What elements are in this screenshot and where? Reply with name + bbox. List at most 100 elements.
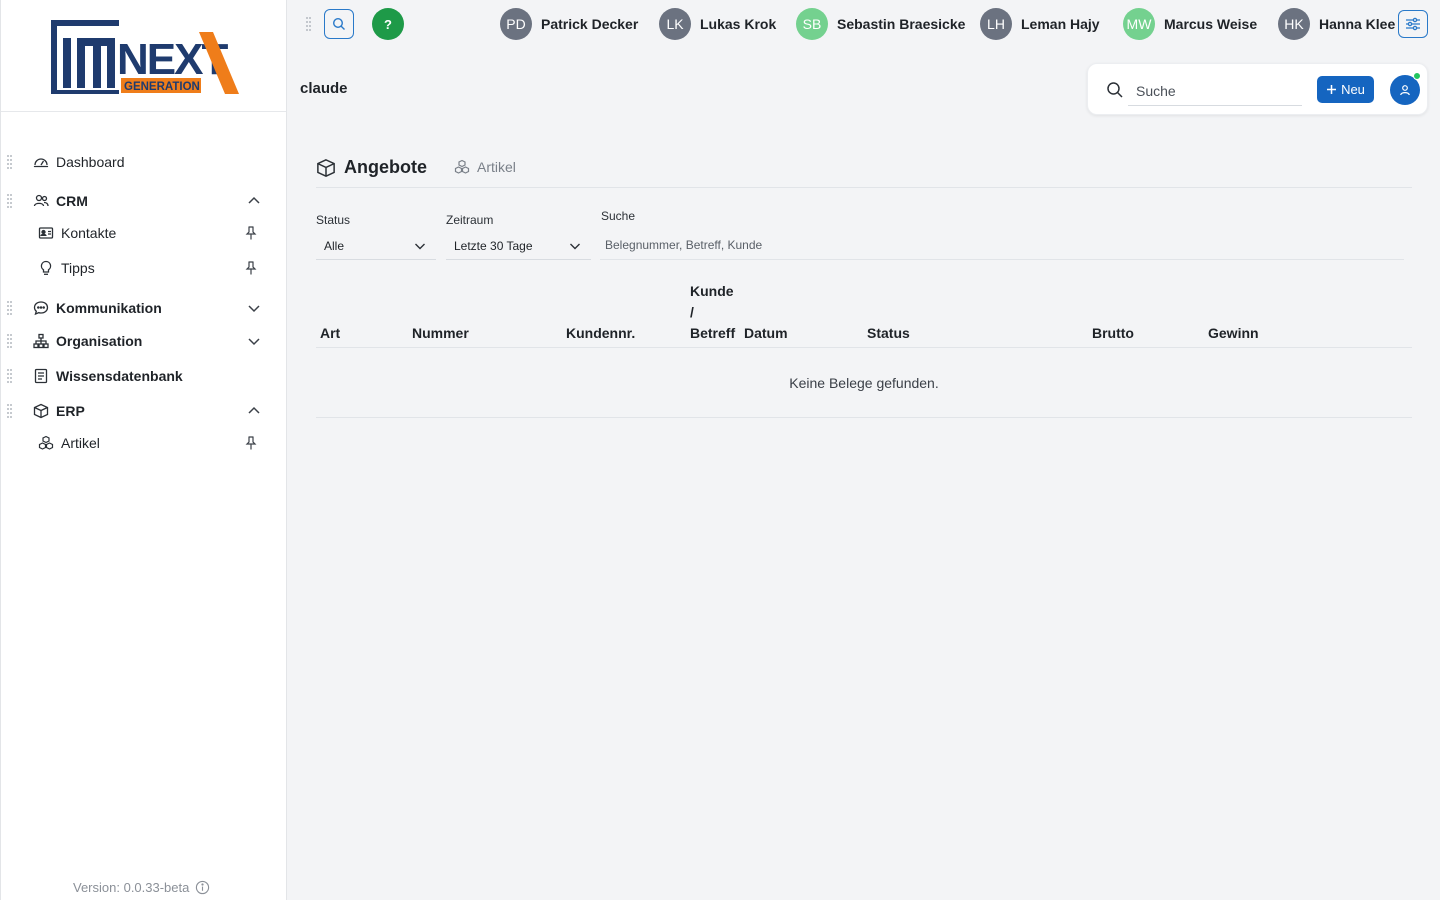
column-header-kundennr[interactable]: Kundennr.	[566, 325, 635, 341]
org-chart-icon	[33, 333, 49, 349]
topbar: ? PD Patrick Decker LK Lukas Krok SB Seb…	[288, 0, 1440, 48]
chevron-down-icon	[415, 243, 425, 250]
column-header-kunde-line: Kunde	[690, 283, 734, 299]
lightbulb-icon	[40, 260, 52, 275]
company-logo[interactable]: NEXT GENERATION	[49, 18, 241, 96]
sidebar-item-kommunikation[interactable]: Kommunikation	[1, 293, 287, 323]
module-tabs: Angebote Artikel	[316, 147, 1412, 188]
chat-bubble-icon	[33, 301, 49, 316]
help-button[interactable]: ?	[372, 8, 404, 40]
pin-icon[interactable]	[245, 226, 257, 240]
info-icon[interactable]	[195, 880, 210, 895]
sidebar-item-label: Artikel	[61, 435, 100, 451]
drag-handle-icon[interactable]	[306, 17, 312, 31]
sidebar-item-artikel[interactable]: Artikel	[1, 428, 287, 458]
chevron-down-icon	[570, 243, 580, 250]
chevron-down-icon[interactable]	[247, 301, 261, 315]
column-header-slash-line: /	[690, 304, 694, 320]
online-user-leman-hajy[interactable]: LH Leman Hajy	[980, 8, 1100, 40]
drag-handle-icon[interactable]	[7, 155, 13, 169]
box-icon	[317, 158, 335, 177]
search-icon	[332, 17, 345, 30]
online-user-hanna-klee[interactable]: HK Hanna Klee	[1278, 8, 1395, 40]
chevron-down-icon[interactable]	[247, 334, 261, 348]
status-select[interactable]: Alle	[316, 233, 436, 260]
sidebar: NEXT GENERATION Dashboard CRM Kontakte T…	[0, 0, 287, 900]
new-button-label: Neu	[1341, 82, 1365, 97]
sidebar-item-erp[interactable]: ERP	[1, 396, 287, 426]
sidebar-item-kontakte[interactable]: Kontakte	[1, 218, 287, 248]
logo-text-sub: GENERATION	[124, 81, 200, 93]
tab-artikel[interactable]: Artikel	[454, 157, 516, 177]
search-icon	[1107, 82, 1123, 98]
new-button[interactable]: Neu	[1317, 76, 1374, 103]
user-name: Leman Hajy	[1021, 16, 1100, 32]
column-header-kunde-betreff[interactable]: Kunde / Betreff	[690, 281, 735, 344]
column-header-nummer[interactable]: Nummer	[412, 325, 469, 341]
current-user-label: claude	[300, 80, 348, 97]
table-empty-row: Keine Belege gefunden.	[316, 348, 1412, 418]
sidebar-item-label: Dashboard	[56, 154, 125, 170]
avatar: PD	[500, 8, 532, 40]
global-search-button[interactable]	[324, 9, 354, 39]
chevron-up-icon[interactable]	[247, 194, 261, 208]
drag-handle-icon[interactable]	[7, 334, 13, 348]
online-status-dot	[1413, 72, 1421, 80]
sliders-icon	[1406, 17, 1420, 31]
avatar: LH	[980, 8, 1012, 40]
tab-label: Artikel	[477, 159, 516, 175]
users-icon	[33, 194, 49, 207]
user-icon	[1400, 85, 1410, 96]
drag-handle-icon[interactable]	[7, 194, 13, 208]
period-select[interactable]: Letzte 30 Tage	[446, 233, 591, 260]
column-header-betreff-line: Betreff	[690, 325, 736, 341]
online-user-sebastin-braesicke[interactable]: SB Sebastin Braesicke	[796, 8, 965, 40]
avatar: HK	[1278, 8, 1310, 40]
column-header-gewinn[interactable]: Gewinn	[1208, 325, 1259, 341]
sidebar-item-label: CRM	[56, 193, 88, 209]
document-search-field[interactable]	[600, 231, 1404, 260]
user-name: Patrick Decker	[541, 16, 639, 32]
period-filter-label: Zeitraum	[446, 213, 494, 227]
tab-label: Angebote	[344, 157, 427, 177]
sidebar-item-label: ERP	[56, 403, 85, 419]
status-filter-label: Status	[316, 213, 351, 227]
dashboard-icon	[33, 158, 49, 168]
document-search-input[interactable]	[600, 231, 1404, 259]
tab-angebote[interactable]: Angebote	[316, 147, 427, 188]
drag-handle-icon[interactable]	[7, 404, 13, 418]
pin-icon[interactable]	[245, 261, 257, 275]
drag-handle-icon[interactable]	[7, 301, 13, 315]
sidebar-item-organisation[interactable]: Organisation	[1, 326, 287, 356]
chevron-up-icon[interactable]	[247, 404, 261, 418]
drag-handle-icon[interactable]	[7, 369, 13, 383]
user-name: Lukas Krok	[700, 16, 777, 32]
sidebar-item-label: Organisation	[56, 333, 143, 349]
pin-icon[interactable]	[245, 436, 257, 450]
online-user-lukas-krok[interactable]: LK Lukas Krok	[659, 8, 776, 40]
contact-card-icon	[38, 227, 54, 239]
avatar: MW	[1123, 8, 1155, 40]
status-select-value: Alle	[324, 239, 345, 253]
quick-search-card: Neu	[1087, 63, 1428, 115]
user-name: Hanna Klee	[1319, 16, 1396, 32]
online-user-marcus-weise[interactable]: MW Marcus Weise	[1123, 8, 1257, 40]
avatar: LK	[659, 8, 691, 40]
search-filter-label: Suche	[601, 209, 636, 223]
column-header-datum[interactable]: Datum	[744, 325, 788, 341]
plus-icon	[1327, 85, 1337, 94]
box-icon	[33, 403, 49, 419]
column-header-status[interactable]: Status	[867, 325, 910, 341]
sidebar-item-tipps[interactable]: Tipps	[1, 253, 287, 283]
column-header-brutto[interactable]: Brutto	[1092, 325, 1134, 341]
search-input[interactable]	[1128, 76, 1302, 106]
sidebar-item-dashboard[interactable]: Dashboard	[1, 147, 287, 177]
column-header-art[interactable]: Art	[320, 325, 340, 341]
sidebar-item-wissensdatenbank[interactable]: Wissensdatenbank	[1, 361, 287, 391]
sidebar-item-crm[interactable]: CRM	[1, 186, 287, 216]
online-user-patrick-decker[interactable]: PD Patrick Decker	[500, 8, 638, 40]
boxes-icon	[38, 435, 54, 450]
period-select-value: Letzte 30 Tage	[454, 239, 533, 253]
settings-sliders-button[interactable]	[1398, 10, 1428, 38]
version-label: Version: 0.0.33-beta	[73, 880, 190, 895]
